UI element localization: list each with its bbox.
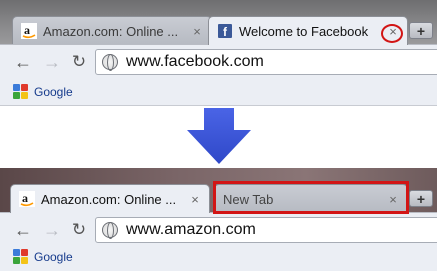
svg-text:a: a — [22, 191, 28, 205]
tab-label: Amazon.com: Online ... — [41, 191, 177, 207]
reload-icon[interactable]: ↻ — [69, 52, 89, 71]
highlight-circle — [381, 24, 403, 43]
globe-icon — [102, 54, 118, 71]
new-tab-button[interactable]: + — [409, 22, 433, 39]
address-bar[interactable]: www.amazon.com — [95, 217, 437, 243]
forward-arrow-icon[interactable]: → — [42, 220, 62, 240]
tab-close-icon[interactable]: × — [191, 24, 203, 39]
bookmark-google[interactable]: Google — [13, 249, 73, 265]
reload-icon[interactable]: ↻ — [69, 220, 89, 239]
globe-icon — [102, 222, 118, 239]
google-icon — [13, 249, 29, 265]
tab-label: Welcome to Facebook — [239, 23, 369, 39]
forward-arrow-icon[interactable]: → — [42, 52, 62, 72]
address-bar[interactable]: www.facebook.com — [95, 49, 437, 75]
highlight-rectangle — [213, 181, 409, 214]
url-text: www.facebook.com — [126, 53, 264, 70]
facebook-favicon: f — [217, 23, 233, 39]
amazon-favicon: a — [19, 191, 35, 207]
back-arrow-icon[interactable]: ← — [13, 220, 33, 240]
tab-close-icon[interactable]: × — [189, 192, 201, 207]
down-arrow-icon — [187, 108, 251, 164]
tab-amazon[interactable]: a Amazon.com: Online ... × — [12, 16, 212, 45]
transition-area — [0, 106, 437, 168]
bookmark-google[interactable]: Google — [13, 84, 73, 100]
amazon-favicon: a — [21, 23, 37, 39]
browser-before: a Amazon.com: Online ... × f Welcome to … — [0, 0, 437, 106]
google-icon — [13, 84, 29, 100]
bookmark-label: Google — [34, 250, 73, 264]
tab-facebook[interactable]: f Welcome to Facebook × — [208, 16, 408, 45]
back-arrow-icon[interactable]: ← — [13, 52, 33, 72]
svg-text:a: a — [24, 23, 30, 37]
bookmark-label: Google — [34, 85, 73, 99]
url-text: www.amazon.com — [126, 221, 256, 238]
tab-amazon[interactable]: a Amazon.com: Online ... × — [10, 184, 210, 213]
tab-label: Amazon.com: Online ... — [43, 23, 179, 39]
new-tab-button[interactable]: + — [409, 190, 433, 207]
